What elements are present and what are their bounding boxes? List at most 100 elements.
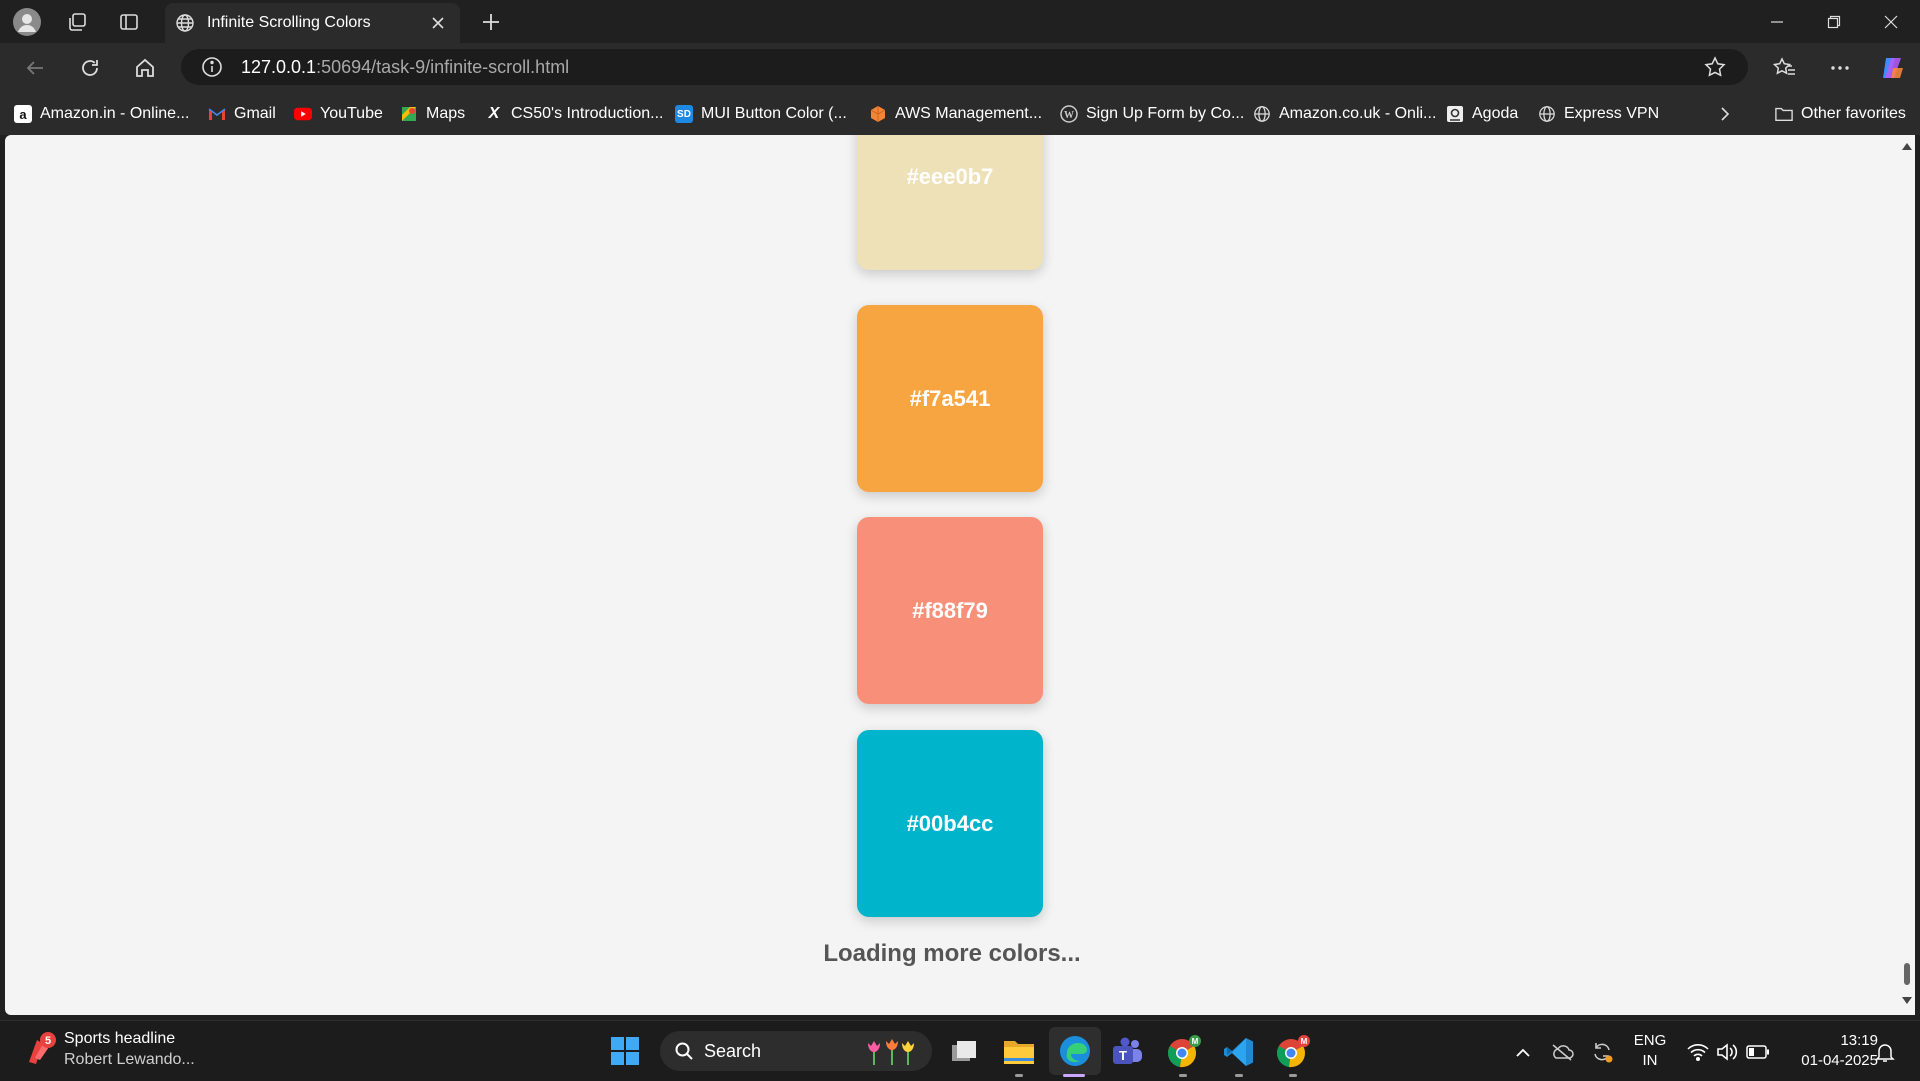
- bookmark-label: Amazon.in - Online...: [40, 105, 190, 122]
- folder-icon: [1775, 105, 1793, 123]
- bookmark-label: Sign Up Form by Co...: [1086, 105, 1245, 122]
- bookmark-item[interactable]: SD MUI Button Color (...: [675, 103, 847, 125]
- bookmark-label: Maps: [426, 105, 466, 122]
- copilot-icon[interactable]: [1878, 53, 1908, 83]
- aws-icon: [869, 105, 887, 123]
- windows-start-icon[interactable]: [608, 1034, 642, 1068]
- language-region[interactable]: IN: [1625, 1052, 1675, 1069]
- chrome-profile-m2-icon[interactable]: M: [1274, 1033, 1312, 1071]
- sd-icon: SD: [675, 105, 693, 123]
- search-icon: [674, 1041, 694, 1061]
- youtube-icon: [294, 105, 312, 123]
- wifi-icon[interactable]: [1685, 1039, 1711, 1065]
- bookmark-item[interactable]: Gmail: [208, 103, 276, 125]
- agoda-icon: [1446, 105, 1464, 123]
- color-swatch: #f7a541: [857, 305, 1043, 492]
- vscode-icon[interactable]: [1220, 1033, 1258, 1071]
- maps-icon: [400, 105, 418, 123]
- bookmark-item[interactable]: Express VPN: [1538, 103, 1659, 125]
- bookmark-label: Gmail: [234, 105, 276, 122]
- sync-icon[interactable]: [1589, 1039, 1615, 1065]
- bookmark-item[interactable]: Maps: [400, 103, 465, 125]
- bookmark-label: Agoda: [1472, 105, 1519, 122]
- taskbar: 5 Sports headline Robert Lewando... Sear…: [0, 1020, 1920, 1081]
- workspaces-icon[interactable]: [63, 8, 91, 36]
- battery-icon[interactable]: [1744, 1039, 1772, 1065]
- bookmark-item[interactable]: W Sign Up Form by Co...: [1060, 103, 1244, 125]
- refresh-icon[interactable]: [75, 53, 105, 83]
- url-path: :50694/task-9/infinite-scroll.html: [316, 56, 570, 77]
- home-icon[interactable]: [130, 53, 160, 83]
- clock-date[interactable]: 01-04-2025: [1782, 1052, 1878, 1069]
- new-tab-icon[interactable]: [477, 8, 505, 36]
- bookmarks-bar: a Amazon.in - Online... Gmail YouTube Ma…: [0, 91, 1920, 135]
- teams-icon[interactable]: T: [1108, 1034, 1146, 1070]
- favorites-icon[interactable]: [1770, 53, 1800, 83]
- clock-time[interactable]: 13:19: [1782, 1032, 1878, 1049]
- bookmark-label: AWS Management...: [895, 105, 1043, 122]
- svg-text:W: W: [1064, 110, 1074, 121]
- minimize-icon[interactable]: [1762, 8, 1792, 36]
- swatch-hex-label: #eee0b7: [906, 163, 994, 189]
- vertical-tabs-icon[interactable]: [115, 8, 143, 36]
- news-subtitle[interactable]: Robert Lewando...: [64, 1051, 195, 1069]
- globe-icon: [1253, 105, 1271, 123]
- color-swatch: #f88f79: [857, 517, 1043, 704]
- bookmark-item[interactable]: AWS Management...: [869, 103, 1042, 125]
- tab-bar: Infinite Scrolling Colors: [0, 0, 1920, 43]
- color-swatch: #eee0b7: [857, 135, 1043, 270]
- task-view-icon[interactable]: [947, 1035, 981, 1069]
- bookmark-label: Amazon.co.uk - Onli...: [1279, 105, 1437, 122]
- notifications-icon[interactable]: [1872, 1039, 1898, 1065]
- more-options-icon[interactable]: [1825, 53, 1855, 83]
- close-window-icon[interactable]: [1876, 8, 1906, 36]
- bookmark-item[interactable]: YouTube: [294, 103, 383, 125]
- loading-message: Loading more colors...: [823, 940, 1081, 967]
- taskbar-search[interactable]: Search: [660, 1031, 932, 1071]
- file-explorer-icon[interactable]: [1001, 1034, 1037, 1070]
- running-indicator: [1235, 1074, 1243, 1077]
- show-hidden-icons-chevron-icon[interactable]: [1512, 1041, 1534, 1063]
- profile-avatar-icon[interactable]: [13, 8, 41, 36]
- tab-active[interactable]: Infinite Scrolling Colors: [165, 3, 460, 43]
- running-indicator: [1289, 1074, 1297, 1077]
- site-info-icon[interactable]: [201, 56, 223, 78]
- other-favorites[interactable]: Other favorites: [1775, 103, 1906, 125]
- url-host: 127.0.0.1: [241, 56, 317, 77]
- close-tab-icon[interactable]: [428, 13, 448, 33]
- running-indicator: [1015, 1074, 1023, 1077]
- onedrive-offline-icon[interactable]: [1549, 1039, 1575, 1065]
- svg-text:M: M: [1192, 1037, 1199, 1046]
- tab-title: Infinite Scrolling Colors: [207, 14, 371, 31]
- bookmark-item[interactable]: a Amazon.in - Online...: [14, 103, 189, 125]
- favorite-star-icon[interactable]: [1704, 56, 1726, 78]
- news-headline[interactable]: Sports headline: [64, 1030, 175, 1048]
- address-bar[interactable]: 127.0.0.1:50694/task-9/infinite-scroll.h…: [181, 49, 1748, 85]
- volume-icon[interactable]: [1714, 1039, 1740, 1065]
- restore-icon[interactable]: [1819, 8, 1849, 36]
- wordpress-icon: W: [1060, 105, 1078, 123]
- back-icon[interactable]: [20, 53, 50, 83]
- page-scrollbar[interactable]: [1899, 135, 1915, 1015]
- swatch-hex-label: #00b4cc: [906, 810, 994, 836]
- svg-text:M: M: [1301, 1037, 1308, 1046]
- bookmark-label: YouTube: [320, 105, 383, 122]
- navigation-bar: 127.0.0.1:50694/task-9/infinite-scroll.h…: [0, 43, 1920, 91]
- active-app-indicator: [1063, 1074, 1085, 1077]
- language-code[interactable]: ENG: [1625, 1032, 1675, 1049]
- edge-taskbar-icon[interactable]: [1049, 1027, 1101, 1075]
- news-widget-icon[interactable]: 5: [20, 1029, 60, 1069]
- url-text[interactable]: 127.0.0.1:50694/task-9/infinite-scroll.h…: [241, 57, 569, 78]
- bookmark-item[interactable]: Agoda: [1446, 103, 1518, 125]
- other-favorites-label: Other favorites: [1801, 105, 1906, 122]
- cs50-icon: X: [488, 105, 500, 122]
- bookmark-item[interactable]: Amazon.co.uk - Onli...: [1253, 103, 1436, 125]
- gmail-icon: [208, 105, 226, 123]
- bookmark-item[interactable]: X CS50's Introduction...: [485, 103, 664, 125]
- svg-text:T: T: [1119, 1048, 1127, 1063]
- globe-icon: [1538, 105, 1556, 123]
- globe-icon: [175, 13, 195, 33]
- chrome-profile-m-icon[interactable]: M: [1165, 1033, 1203, 1071]
- bookmarks-overflow-chevron-icon[interactable]: [1718, 103, 1732, 125]
- color-swatch: #00b4cc: [857, 730, 1043, 917]
